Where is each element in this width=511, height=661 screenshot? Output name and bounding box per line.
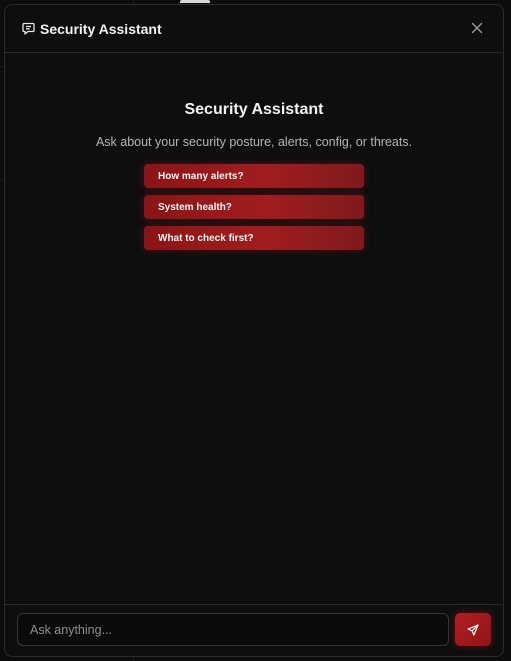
welcome-subtitle: Ask about your security posture, alerts,… [95,135,413,149]
send-button[interactable] [455,613,491,646]
suggestion-how-many-alerts[interactable]: How many alerts? [144,164,364,188]
chat-input[interactable] [17,613,449,646]
send-icon [467,623,479,636]
suggestion-list: How many alerts? System health? What to … [144,164,364,257]
dialog-header: Security Assistant [5,5,503,53]
close-icon [471,22,483,34]
close-button[interactable] [469,20,485,36]
welcome-title: Security Assistant [184,101,324,118]
dialog-title: Security Assistant [40,20,162,37]
suggestion-system-health[interactable]: System health? [144,195,364,219]
security-assistant-dialog: Security Assistant Security Assistant As… [4,4,504,657]
composer [5,604,503,656]
chat-body: Security Assistant Ask about your securi… [5,53,503,604]
chat-bubble-icon [22,22,35,35]
suggestion-what-to-check-first[interactable]: What to check first? [144,226,364,250]
